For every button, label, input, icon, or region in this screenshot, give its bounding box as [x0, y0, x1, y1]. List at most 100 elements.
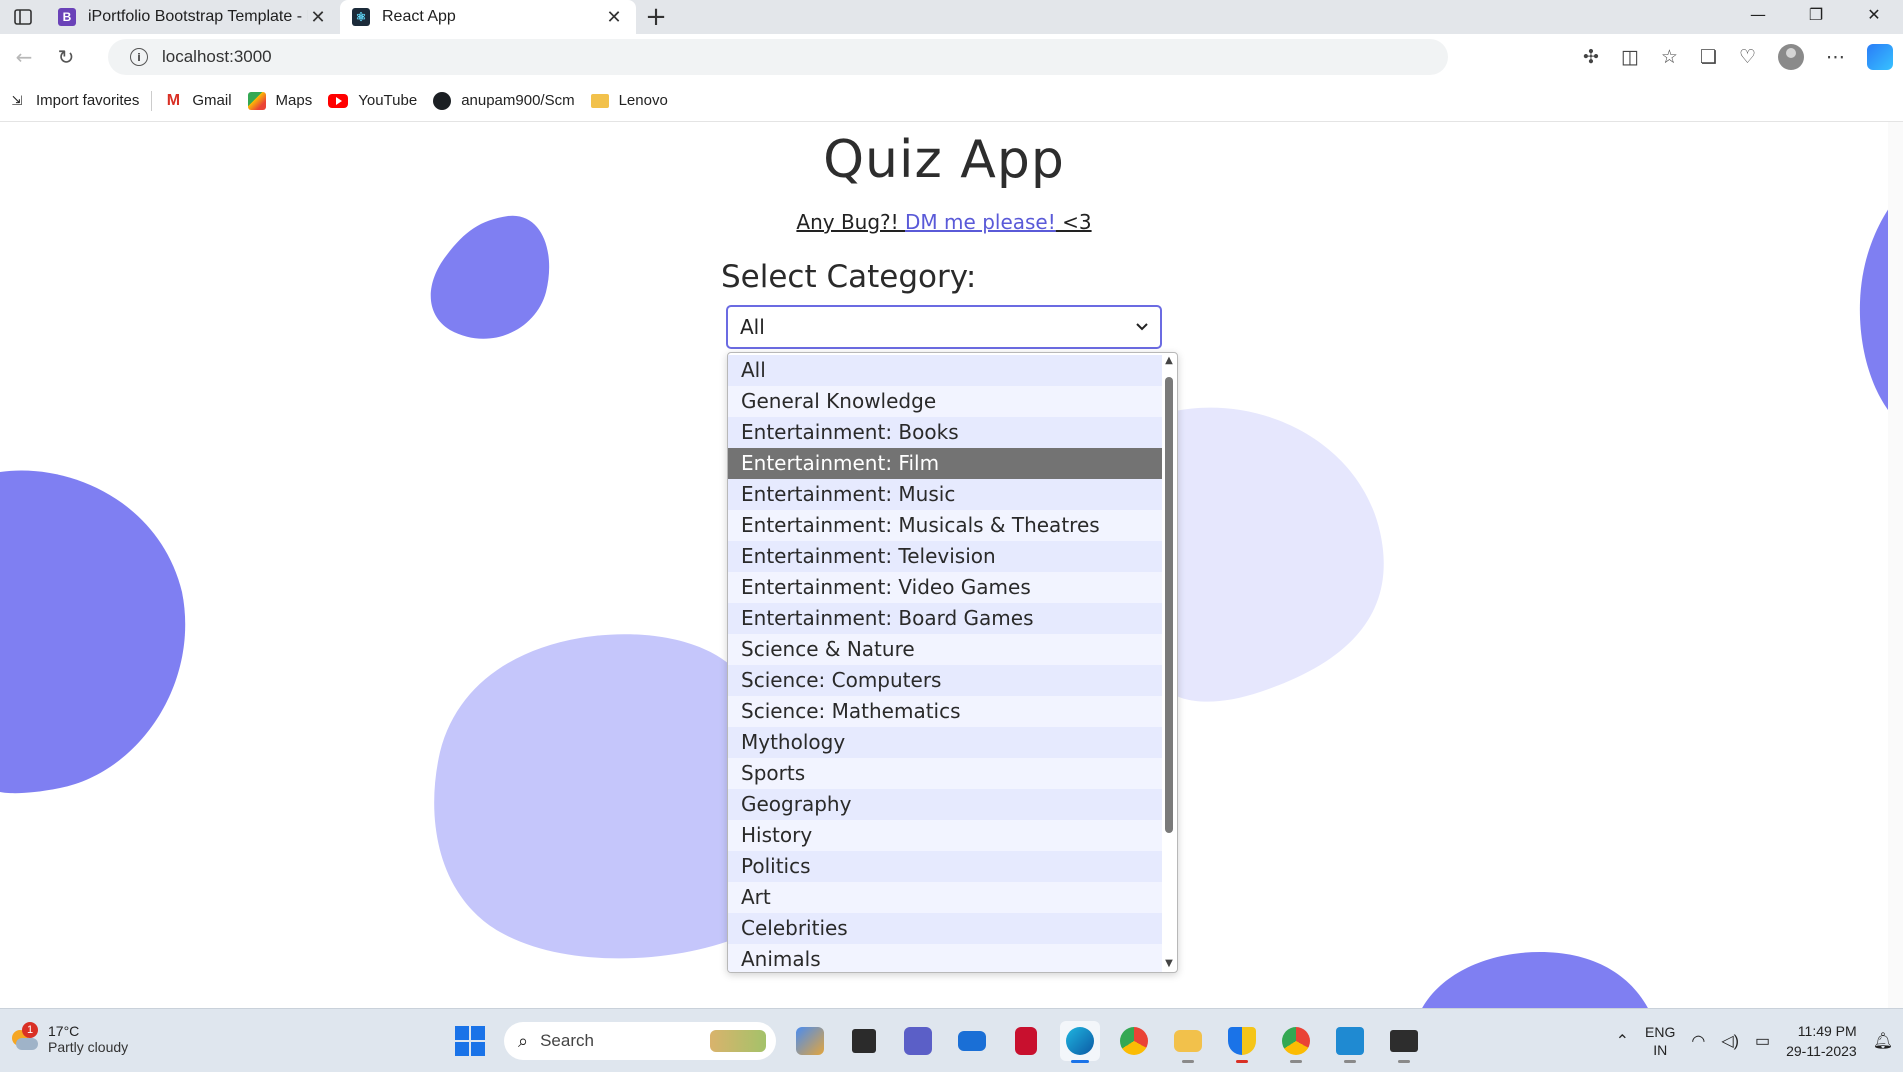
option-item[interactable]: Entertainment: Musicals & Theatres — [728, 510, 1162, 541]
taskbar-search[interactable]: ⌕ Search — [504, 1022, 776, 1060]
option-item[interactable]: Entertainment: Board Games — [728, 603, 1162, 634]
option-item[interactable]: History — [728, 820, 1162, 851]
terminal-app[interactable] — [1384, 1021, 1424, 1063]
avatar[interactable] — [1778, 44, 1804, 70]
battery-icon[interactable]: ▭ — [1755, 1031, 1770, 1051]
weather-temp: 17°C — [48, 1023, 80, 1039]
favorite-lenovo[interactable]: Lenovo — [583, 86, 676, 116]
option-item[interactable]: Politics — [728, 851, 1162, 882]
clock[interactable]: 11:49 PM 29-11-2023 — [1786, 1021, 1857, 1061]
favorite-label: Import favorites — [36, 92, 140, 109]
notification-bell-icon[interactable]: 🔔︎ — [1873, 1031, 1893, 1051]
restore-icon[interactable]: ❐ — [1787, 0, 1845, 28]
dropdown-scrollbar[interactable]: ▲ ▼ — [1163, 355, 1175, 970]
option-item[interactable]: Entertainment: Video Games — [728, 572, 1162, 603]
new-tab-icon[interactable]: + — [636, 0, 676, 34]
github-icon — [433, 91, 452, 110]
scroll-up-icon[interactable]: ▲ — [1163, 355, 1175, 367]
tab-react-app[interactable]: ⚛ React App ✕ — [340, 0, 636, 34]
chrome-app[interactable] — [1114, 1021, 1154, 1061]
close-icon[interactable]: ✕ — [604, 7, 624, 28]
split-screen-icon[interactable]: ◫ — [1621, 46, 1639, 68]
option-item[interactable]: Entertainment: Music — [728, 479, 1162, 510]
teams-app[interactable] — [898, 1021, 938, 1061]
back-icon[interactable]: ← — [6, 39, 42, 75]
option-item[interactable]: Science: Mathematics — [728, 696, 1162, 727]
tab-iportfolio[interactable]: B iPortfolio Bootstrap Template - Ir ✕ — [46, 0, 340, 34]
maps-icon — [247, 91, 266, 110]
vscode-icon — [1336, 1027, 1364, 1055]
option-item[interactable]: General Knowledge — [728, 386, 1162, 417]
weather-condition: Partly cloudy — [48, 1039, 129, 1055]
teams-icon — [904, 1027, 932, 1055]
option-item[interactable]: All — [728, 355, 1162, 386]
terminal-icon — [1390, 1030, 1418, 1052]
task-view-app[interactable] — [844, 1021, 884, 1061]
volume-icon[interactable]: ◁) — [1721, 1031, 1739, 1051]
refresh-icon[interactable]: ↻ — [48, 39, 84, 75]
favorite-github[interactable]: anupam900/Scm — [425, 86, 582, 116]
option-item[interactable]: Geography — [728, 789, 1162, 820]
favorites-icon[interactable]: ☆ — [1661, 46, 1678, 68]
scrollbar-thumb[interactable] — [1165, 377, 1173, 833]
more-icon[interactable]: ⋯ — [1826, 46, 1845, 68]
mcafee-icon — [1015, 1027, 1037, 1055]
decorative-blob — [1422, 952, 1648, 1008]
info-icon[interactable]: i — [130, 48, 148, 66]
option-list: All General Knowledge Entertainment: Books… — [728, 355, 1177, 972]
scroll-down-icon[interactable]: ▼ — [1163, 958, 1175, 970]
minimize-icon[interactable]: — — [1729, 0, 1787, 28]
option-item[interactable]: Animals — [728, 944, 1162, 972]
language-indicator[interactable]: ENG IN — [1645, 1023, 1675, 1059]
extensions-icon[interactable]: ✣ — [1583, 46, 1599, 68]
divider — [151, 90, 153, 111]
mcafee-app[interactable] — [1006, 1021, 1046, 1061]
system-tray: ⌃ ENG IN ◠ ◁) ▭ 11:49 PM 29-11-2023 🔔︎ — [1616, 1019, 1893, 1063]
wifi-icon[interactable]: ◠ — [1691, 1031, 1705, 1051]
option-item[interactable]: Entertainment: Television — [728, 541, 1162, 572]
browser-essentials-icon[interactable]: ♡ — [1739, 46, 1756, 68]
mail-app[interactable] — [952, 1021, 992, 1061]
edge-app[interactable] — [1060, 1021, 1100, 1063]
decorative-blob — [1150, 407, 1384, 702]
security-app[interactable] — [1222, 1021, 1262, 1063]
close-window-icon[interactable]: ✕ — [1845, 0, 1903, 28]
favorite-import[interactable]: ⇲ Import favorites — [0, 86, 147, 116]
url-text[interactable]: localhost:3000 — [162, 47, 272, 67]
browser-toolbar: ✣ ◫ ☆ ❏ ♡ ⋯ — [1583, 39, 1893, 75]
bootstrap-icon: B — [58, 8, 76, 26]
taskbar-apps: ⌕ Search — [450, 1019, 1424, 1063]
chrome-icon — [1120, 1027, 1148, 1055]
dm-link[interactable]: DM me please! — [905, 210, 1056, 234]
option-item[interactable]: Celebrities — [728, 913, 1162, 944]
favorite-label: Maps — [275, 92, 313, 109]
option-item[interactable]: Sports — [728, 758, 1162, 789]
chrome-profile-app[interactable] — [1276, 1021, 1316, 1063]
favorite-maps[interactable]: Maps — [240, 86, 321, 116]
favorite-youtube[interactable]: YouTube — [320, 86, 425, 116]
page-scrollbar[interactable] — [1888, 122, 1903, 1008]
option-item[interactable]: Entertainment: Books — [728, 417, 1162, 448]
copilot-icon[interactable] — [1867, 44, 1893, 70]
weather-widget[interactable]: 1 17°C Partly cloudy — [10, 1022, 129, 1055]
option-item[interactable]: Entertainment: Film — [728, 448, 1162, 479]
category-select-value: All — [740, 315, 765, 339]
collections-icon[interactable]: ❏ — [1700, 46, 1717, 68]
copilot-preview-app[interactable] — [790, 1021, 830, 1061]
file-explorer-app[interactable] — [1168, 1021, 1208, 1063]
option-item[interactable]: Art — [728, 882, 1162, 913]
category-select[interactable]: All — [726, 305, 1162, 349]
favorite-gmail[interactable]: M Gmail — [156, 86, 239, 116]
mail-icon — [958, 1031, 986, 1051]
chevron-up-icon[interactable]: ⌃ — [1616, 1031, 1629, 1051]
start-button[interactable] — [450, 1021, 490, 1061]
sidebar-toggle-icon[interactable] — [0, 0, 46, 34]
vscode-app[interactable] — [1330, 1021, 1370, 1063]
option-item[interactable]: Science: Computers — [728, 665, 1162, 696]
address-bar[interactable]: i localhost:3000 — [108, 39, 1448, 75]
option-item[interactable]: Mythology — [728, 727, 1162, 758]
copilot-pre-icon — [796, 1027, 824, 1055]
close-icon[interactable]: ✕ — [308, 7, 328, 28]
option-item[interactable]: Science & Nature — [728, 634, 1162, 665]
bug-prefix: Any Bug?! — [796, 210, 906, 234]
